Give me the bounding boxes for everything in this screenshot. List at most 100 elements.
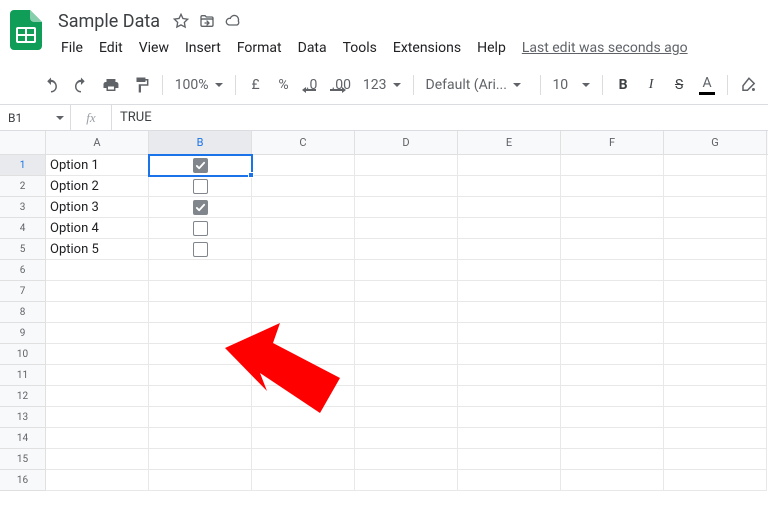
cell-C9[interactable] xyxy=(252,323,355,344)
column-header-E[interactable]: E xyxy=(458,131,561,154)
cell-D8[interactable] xyxy=(355,302,458,323)
cell-B14[interactable] xyxy=(149,428,252,449)
cell-C13[interactable] xyxy=(252,407,355,428)
cell-C3[interactable] xyxy=(252,197,355,218)
name-box[interactable]: B1 xyxy=(0,111,70,125)
cell-B2[interactable] xyxy=(149,176,252,197)
cell-E6[interactable] xyxy=(458,260,561,281)
cell-E15[interactable] xyxy=(458,449,561,470)
cell-B16[interactable] xyxy=(149,470,252,491)
cell-F6[interactable] xyxy=(561,260,664,281)
cell-A15[interactable] xyxy=(46,449,149,470)
checkbox[interactable] xyxy=(193,179,208,194)
cell-E4[interactable] xyxy=(458,218,561,239)
cell-F16[interactable] xyxy=(561,470,664,491)
bold-button[interactable]: B xyxy=(611,72,635,98)
cell-A4[interactable]: Option 4 xyxy=(46,218,149,239)
cell-D2[interactable] xyxy=(355,176,458,197)
text-color-button[interactable]: A xyxy=(695,72,719,98)
menu-view[interactable]: View xyxy=(132,36,176,60)
cell-F15[interactable] xyxy=(561,449,664,470)
row-header-9[interactable]: 9 xyxy=(0,323,46,344)
row-header-16[interactable]: 16 xyxy=(0,470,46,491)
cell-E16[interactable] xyxy=(458,470,561,491)
cell-G4[interactable] xyxy=(664,218,767,239)
checkbox[interactable] xyxy=(193,242,208,257)
cell-F13[interactable] xyxy=(561,407,664,428)
cell-D6[interactable] xyxy=(355,260,458,281)
menu-edit[interactable]: Edit xyxy=(92,36,130,60)
format-percent-button[interactable]: % xyxy=(272,72,296,98)
menu-extensions[interactable]: Extensions xyxy=(386,36,468,60)
cell-B1[interactable] xyxy=(149,155,252,176)
cell-D12[interactable] xyxy=(355,386,458,407)
cell-E5[interactable] xyxy=(458,239,561,260)
menu-insert[interactable]: Insert xyxy=(178,36,228,60)
document-title[interactable]: Sample Data xyxy=(54,11,164,32)
cell-E10[interactable] xyxy=(458,344,561,365)
cell-E14[interactable] xyxy=(458,428,561,449)
cell-E13[interactable] xyxy=(458,407,561,428)
star-icon[interactable] xyxy=(172,12,190,30)
cell-C16[interactable] xyxy=(252,470,355,491)
font-size-select[interactable]: 10 xyxy=(549,72,595,98)
column-header-F[interactable]: F xyxy=(561,131,664,154)
menu-tools[interactable]: Tools xyxy=(336,36,384,60)
cell-B15[interactable] xyxy=(149,449,252,470)
cell-D15[interactable] xyxy=(355,449,458,470)
row-header-7[interactable]: 7 xyxy=(0,281,46,302)
cell-G7[interactable] xyxy=(664,281,767,302)
italic-button[interactable]: I xyxy=(639,72,663,98)
cell-D1[interactable] xyxy=(355,155,458,176)
strikethrough-button[interactable]: S xyxy=(667,72,691,98)
cell-F12[interactable] xyxy=(561,386,664,407)
cell-B5[interactable] xyxy=(149,239,252,260)
cell-F2[interactable] xyxy=(561,176,664,197)
row-header-5[interactable]: 5 xyxy=(0,239,46,260)
row-header-11[interactable]: 11 xyxy=(0,365,46,386)
cell-G3[interactable] xyxy=(664,197,767,218)
cell-G12[interactable] xyxy=(664,386,767,407)
row-header-14[interactable]: 14 xyxy=(0,428,46,449)
font-family-select[interactable]: Default (Ari... xyxy=(422,72,532,98)
cell-D13[interactable] xyxy=(355,407,458,428)
cell-B10[interactable] xyxy=(149,344,252,365)
menu-file[interactable]: File xyxy=(54,36,90,60)
cell-F7[interactable] xyxy=(561,281,664,302)
cell-G13[interactable] xyxy=(664,407,767,428)
cell-F11[interactable] xyxy=(561,365,664,386)
cell-G8[interactable] xyxy=(664,302,767,323)
cell-A16[interactable] xyxy=(46,470,149,491)
row-header-15[interactable]: 15 xyxy=(0,449,46,470)
cell-C8[interactable] xyxy=(252,302,355,323)
cell-E7[interactable] xyxy=(458,281,561,302)
cell-B6[interactable] xyxy=(149,260,252,281)
cell-B7[interactable] xyxy=(149,281,252,302)
cell-C10[interactable] xyxy=(252,344,355,365)
cell-E12[interactable] xyxy=(458,386,561,407)
column-header-G[interactable]: G xyxy=(664,131,767,154)
row-header-2[interactable]: 2 xyxy=(0,176,46,197)
cell-F8[interactable] xyxy=(561,302,664,323)
cell-B3[interactable] xyxy=(149,197,252,218)
cell-C11[interactable] xyxy=(252,365,355,386)
row-header-6[interactable]: 6 xyxy=(0,260,46,281)
sheets-app-icon[interactable] xyxy=(6,10,46,50)
cell-A5[interactable]: Option 5 xyxy=(46,239,149,260)
cell-B8[interactable] xyxy=(149,302,252,323)
formula-input[interactable]: TRUE xyxy=(112,110,768,125)
cell-C4[interactable] xyxy=(252,218,355,239)
move-icon[interactable] xyxy=(198,12,216,30)
cell-D10[interactable] xyxy=(355,344,458,365)
cell-G16[interactable] xyxy=(664,470,767,491)
cell-D4[interactable] xyxy=(355,218,458,239)
cell-G5[interactable] xyxy=(664,239,767,260)
cell-C14[interactable] xyxy=(252,428,355,449)
cell-E2[interactable] xyxy=(458,176,561,197)
row-header-12[interactable]: 12 xyxy=(0,386,46,407)
cell-G1[interactable] xyxy=(664,155,767,176)
cell-C6[interactable] xyxy=(252,260,355,281)
cell-D9[interactable] xyxy=(355,323,458,344)
cell-B12[interactable] xyxy=(149,386,252,407)
number-format-select[interactable]: 123 xyxy=(359,72,405,98)
